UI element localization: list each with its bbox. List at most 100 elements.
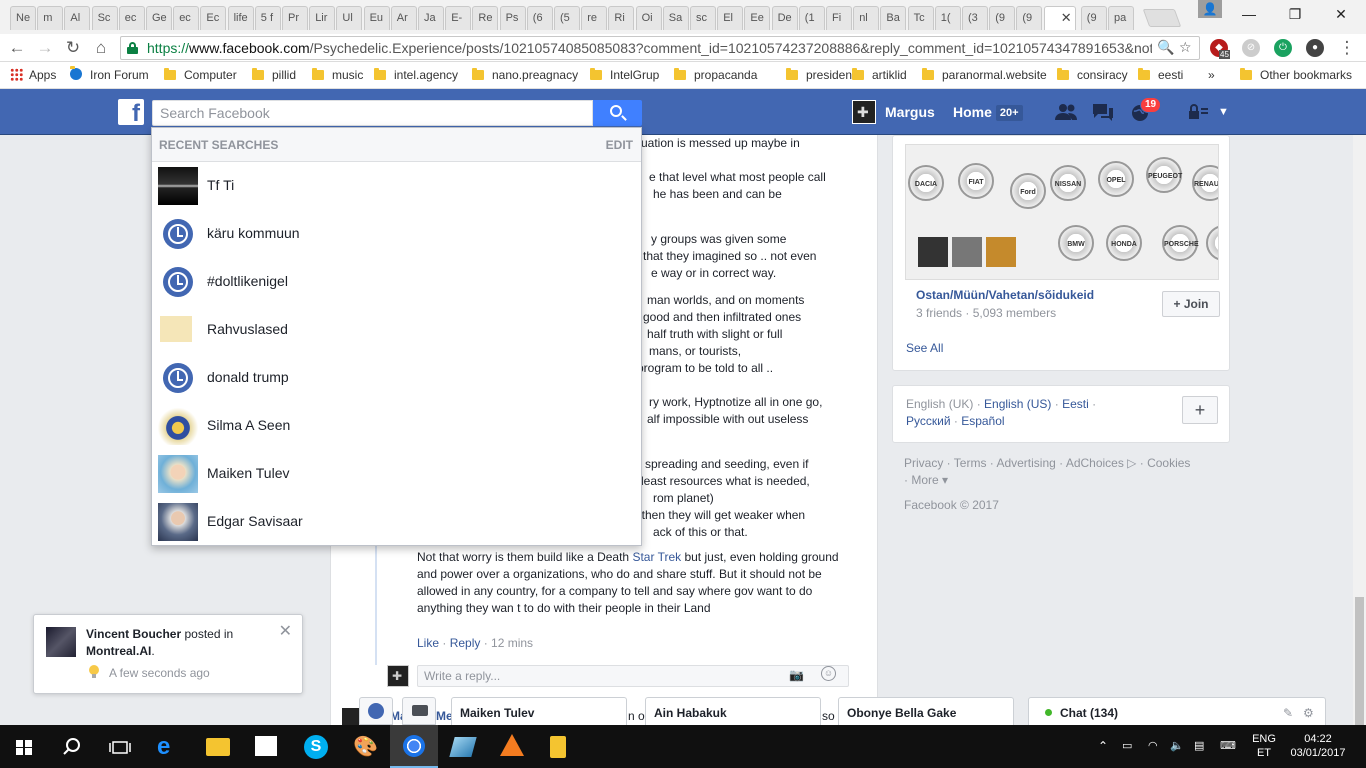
browser-tab[interactable]: Al (64, 6, 91, 30)
bookmark-nano-preagnacy[interactable]: nano.preagnacy (472, 68, 578, 82)
browser-tab[interactable]: ec (173, 6, 200, 30)
browser-tab[interactable]: Ja (418, 6, 444, 30)
browser-tab[interactable]: Oi (635, 6, 662, 30)
clock[interactable]: 04:22 03/01/2017 (1286, 732, 1350, 760)
footer-links[interactable]: Privacy · Terms · Advertising · AdChoice… (904, 455, 1194, 489)
search-button[interactable] (593, 100, 642, 126)
bookmark-consiracy[interactable]: consiracy (1057, 68, 1128, 82)
minimize-icon[interactable]: — (1226, 0, 1272, 28)
home-icon[interactable]: ⌂ (90, 37, 112, 59)
url-text[interactable]: https://www.facebook.com/Psychedelic.Exp… (147, 40, 1152, 56)
address-bar[interactable]: https://www.facebook.com/Psychedelic.Exp… (120, 36, 1200, 60)
friend-requests-icon[interactable] (1054, 102, 1078, 122)
profile-icon[interactable]: 👤 (1198, 0, 1222, 18)
bookmark-eesti[interactable]: eesti (1138, 68, 1183, 82)
messages-icon[interactable] (1091, 102, 1115, 122)
edit-searches-link[interactable]: EDIT (606, 138, 633, 152)
camera-icon[interactable]: 📷 (789, 668, 804, 682)
recent-search-item[interactable]: Rahvuslased (152, 306, 641, 354)
chat-sidebar-tab[interactable]: Chat (134) ✎ ⚙ (1028, 697, 1326, 725)
group-name-link[interactable]: Ostan/Müün/Vahetan/sõidukeid (916, 288, 1094, 302)
privacy-shortcuts-icon[interactable] (1186, 102, 1210, 122)
see-all-link[interactable]: See All (906, 341, 943, 355)
emoji-icon[interactable]: ☺ (821, 666, 836, 681)
browser-tab[interactable]: Eu (363, 6, 390, 30)
notifications-tray-icon[interactable]: ▤ (1194, 739, 1204, 753)
compose-icon[interactable]: ✎ (1283, 698, 1293, 725)
file-explorer-icon[interactable] (206, 738, 230, 756)
notification-toast[interactable]: Vincent Boucher posted in Montreal.AI. A… (33, 614, 303, 694)
recent-search-item[interactable]: käru kommuun (152, 210, 641, 258)
browser-tab[interactable]: ec (118, 6, 145, 30)
browser-tab[interactable]: nl (853, 6, 880, 30)
browser-tab[interactable]: Ee (744, 6, 771, 30)
facebook-logo[interactable]: f (118, 99, 144, 125)
bookmark-computer[interactable]: Computer (164, 68, 237, 82)
chrome-taskbar-active[interactable] (390, 725, 438, 768)
reload-icon[interactable]: ↻ (62, 37, 84, 59)
browser-tab[interactable]: (9 (1080, 6, 1107, 30)
more-languages-button[interactable]: + (1182, 396, 1218, 424)
other-bookmarks-folder[interactable]: Other bookmarks (1240, 68, 1352, 82)
browser-tab[interactable]: 5 f (254, 6, 281, 30)
search-input[interactable] (152, 100, 593, 126)
browser-tab[interactable]: pa (1108, 6, 1134, 30)
browser-tab[interactable]: Ul (336, 6, 363, 30)
task-view-icon[interactable] (106, 733, 134, 761)
maximize-icon[interactable]: ❐ (1272, 0, 1318, 28)
browser-tab[interactable]: 1( (934, 6, 961, 30)
lang-eesti[interactable]: Eesti (1062, 397, 1089, 411)
active-browser-tab[interactable]: ✕ (1043, 6, 1076, 30)
browser-tab[interactable]: Sc (91, 6, 118, 30)
home-link[interactable]: Home 20+ (953, 89, 1023, 135)
browser-tab[interactable]: Ec (200, 6, 227, 30)
browser-tab[interactable]: (6 (526, 6, 553, 30)
recent-search-item[interactable]: Edgar Savisaar (152, 498, 641, 546)
browser-tab[interactable]: re (581, 6, 608, 30)
chat-messages-button[interactable] (402, 697, 436, 725)
browser-tab[interactable]: Ps (499, 6, 526, 30)
group-cover-image[interactable]: DACIA FIAT FordNISSAN OPEL PEUGEOT RENAULT BMW… (905, 144, 1219, 280)
lang-russian[interactable]: Русский (906, 414, 951, 428)
account-menu-chevron-icon[interactable]: ▼ (1218, 89, 1229, 135)
bookmark-president[interactable]: president (786, 68, 855, 82)
chat-globe-button[interactable] (359, 697, 393, 725)
extension-icon[interactable]: ⊘ (1242, 39, 1260, 57)
like-button[interactable]: Like (417, 636, 439, 650)
bookmarks-overflow-button[interactable]: » (1208, 68, 1215, 82)
edge-browser-icon[interactable]: e (157, 733, 185, 761)
bookmark-pillid[interactable]: pillid (252, 68, 296, 82)
browser-tab[interactable]: Ar (390, 6, 417, 30)
store-icon[interactable] (255, 736, 277, 756)
forward-icon[interactable]: → (34, 37, 56, 59)
search-taskbar-icon[interactable] (58, 733, 86, 761)
browser-tab[interactable]: Re (472, 6, 499, 30)
browser-tab[interactable]: life (227, 6, 254, 30)
recent-search-item[interactable]: donald trump (152, 354, 641, 402)
zoom-icon[interactable]: 🔍 (1157, 39, 1174, 56)
vlc-icon[interactable] (500, 734, 524, 758)
browser-tab[interactable]: Pr (282, 6, 308, 30)
bookmark-star-icon[interactable]: ☆ (1179, 39, 1192, 56)
browser-tab[interactable]: (9 (989, 6, 1016, 30)
browser-tab[interactable]: Ne (10, 6, 36, 30)
reply-input[interactable] (417, 665, 849, 687)
browser-tab[interactable]: Sa (662, 6, 689, 30)
lang-english-us[interactable]: English (US) (984, 397, 1051, 411)
profile-link[interactable]: Margus (885, 89, 935, 135)
incognito-extension-icon[interactable]: ● (1306, 39, 1324, 57)
user-avatar[interactable] (852, 100, 876, 124)
bookmark-apps[interactable]: Apps (10, 68, 56, 82)
scrollbar-thumb[interactable] (1355, 597, 1364, 725)
lang-espanol[interactable]: Español (961, 414, 1004, 428)
browser-tab[interactable]: Tc (907, 6, 934, 30)
browser-tab[interactable]: (5 (554, 6, 580, 30)
browser-tab[interactable]: El (717, 6, 744, 30)
paint-icon[interactable]: 🎨 (353, 733, 381, 761)
browser-tab[interactable]: E- (445, 6, 472, 30)
recent-search-item[interactable]: Silma A Seen (152, 402, 641, 450)
page-scrollbar[interactable] (1353, 135, 1366, 725)
new-tab-button[interactable] (1142, 9, 1182, 27)
bookmark-music[interactable]: music (312, 68, 363, 82)
menu-icon[interactable]: ⋮ (1336, 37, 1358, 59)
